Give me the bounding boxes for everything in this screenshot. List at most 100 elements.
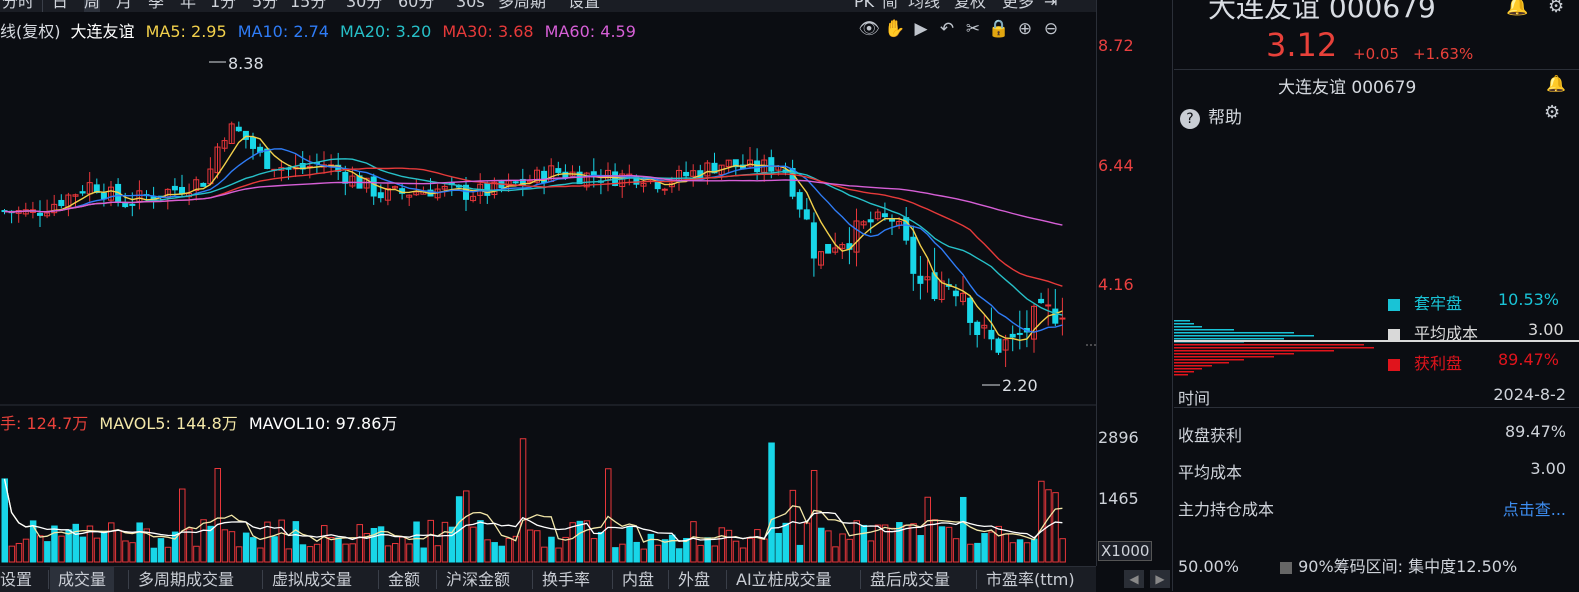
legend-stock-name: 大连友谊: [70, 22, 135, 41]
divider: [1174, 69, 1579, 70]
volume-bar: [612, 547, 619, 563]
hand-icon[interactable]: ✋: [884, 18, 906, 40]
gear-icon[interactable]: ⚙: [1548, 0, 1564, 17]
period-tab-week[interactable]: 周: [84, 0, 101, 12]
candle-body: [796, 192, 803, 210]
tab-amount[interactable]: 金额: [388, 567, 420, 592]
volume-bar: [8, 545, 16, 563]
candle-body: [1052, 308, 1059, 324]
legend-trapped: 套牢盘 10.53%: [1388, 290, 1559, 314]
divider: [42, 0, 43, 12]
volume-bar: [108, 522, 115, 563]
volume-bar: [995, 525, 1002, 563]
zoom-in-icon[interactable]: ⊕: [1014, 18, 1036, 40]
volume-bar: [605, 468, 612, 563]
volume-bar: [250, 537, 257, 563]
period-tab-quarter[interactable]: 季: [148, 0, 164, 12]
volume-bar: [115, 529, 122, 563]
tab-virtual-volume[interactable]: 虚拟成交量: [272, 567, 352, 592]
volume-bar: [1038, 480, 1045, 563]
divider: [612, 570, 613, 589]
volume-bar: [129, 542, 136, 563]
period-tab-multi[interactable]: 多周期: [498, 0, 546, 12]
profit-value: 89.47%: [1498, 350, 1560, 369]
divider: [436, 570, 437, 589]
chip-bar-profit: [1174, 368, 1202, 370]
volume-bar: [526, 529, 534, 563]
period-tab-15min[interactable]: 15分: [290, 0, 326, 12]
pk-button[interactable]: PK: [854, 0, 874, 12]
divider: [668, 570, 669, 589]
volume-bar: [910, 523, 917, 563]
volume-bar: [58, 535, 65, 563]
tab-multi-period-volume[interactable]: 多周期成交量: [138, 567, 234, 592]
volume-bar: [832, 546, 839, 563]
volume-bar: [789, 489, 797, 563]
period-tab-year[interactable]: 年: [180, 0, 196, 12]
tab-turnover[interactable]: 换手率: [542, 567, 590, 592]
scroll-right-button[interactable]: ▶: [1150, 570, 1170, 588]
bell-icon[interactable]: 🔔: [1506, 0, 1528, 17]
bell-icon[interactable]: 🔔: [1546, 74, 1566, 93]
eye-icon[interactable]: 👁: [858, 18, 880, 40]
volume-bar: [150, 547, 158, 563]
y-label-high: 8.72: [1098, 36, 1134, 55]
legend-profit: 获利盘 89.47%: [1388, 350, 1559, 374]
volume-bar: [555, 547, 562, 563]
tab-volume[interactable]: 成交量: [50, 567, 115, 592]
tab-ai-volume[interactable]: AI立桩成交量: [736, 567, 832, 592]
volume-bar: [633, 541, 640, 563]
info-main-cost-link[interactable]: 点击查...: [1503, 496, 1566, 520]
tab-hs-amount[interactable]: 沪深金额: [446, 567, 510, 592]
divider: [532, 570, 533, 589]
undo-icon[interactable]: ↶: [936, 18, 958, 40]
period-tab-5min[interactable]: 5分: [252, 0, 278, 12]
candle-body: [79, 191, 86, 194]
candle-body: [803, 209, 810, 220]
period-tab-month[interactable]: 月: [116, 0, 132, 12]
period-tab-30min[interactable]: 30分: [346, 0, 382, 12]
tab-settings[interactable]: 设置: [0, 567, 32, 592]
tab-outer[interactable]: 外盘: [678, 567, 710, 592]
scroll-left-button[interactable]: ◀: [1124, 570, 1144, 588]
volume-bar: [242, 532, 250, 563]
divider: [378, 570, 379, 589]
period-tab-settings[interactable]: 设置: [568, 0, 600, 12]
volume-bar: [839, 533, 846, 563]
legend-ma20: MA20: 3.20: [340, 22, 432, 41]
ma-button[interactable]: 均线: [908, 0, 940, 12]
period-tab-60min[interactable]: 60分: [398, 0, 434, 12]
volume-bar: [257, 547, 264, 563]
chip-bar-trapped: [1174, 320, 1190, 322]
export-icon[interactable]: ⇥: [1044, 0, 1057, 12]
tab-inner[interactable]: 内盘: [622, 567, 654, 592]
period-tab-minute[interactable]: 分时: [2, 0, 34, 12]
vol-y-label-high: 2896: [1098, 428, 1139, 447]
period-tab-1min[interactable]: 1分: [210, 0, 236, 12]
period-tab-day[interactable]: 日: [52, 0, 68, 12]
volume-bar: [157, 538, 165, 563]
tab-pe-ttm[interactable]: 市盈率(ttm): [986, 567, 1075, 592]
candle-body: [512, 181, 519, 184]
volume-bar: [100, 530, 108, 563]
volume-bar: [79, 536, 87, 563]
more-button[interactable]: 更多: [1002, 0, 1034, 12]
scissors-icon[interactable]: ✂: [962, 18, 984, 40]
zoom-out-icon[interactable]: ⊖: [1040, 18, 1062, 40]
candle-body: [37, 212, 43, 216]
adjust-button[interactable]: 复权: [954, 0, 986, 12]
volume-bar: [754, 529, 761, 563]
volume-bar: [974, 542, 981, 563]
volume-bar: [278, 519, 285, 563]
y-label-mid: 6.44: [1098, 156, 1134, 175]
profit-swatch: [1388, 358, 1400, 371]
kline-chart[interactable]: [0, 12, 1096, 566]
play-icon[interactable]: ▶: [910, 18, 932, 40]
candle-body: [377, 192, 384, 199]
tab-after-hours-volume[interactable]: 盘后成交量: [870, 567, 950, 592]
simple-button[interactable]: 简: [882, 0, 898, 12]
lock-icon[interactable]: 🔒: [988, 18, 1010, 40]
view-toolbar: PK 简 均线 复权 更多 ⇥: [852, 0, 1096, 12]
volume-bar: [484, 539, 491, 563]
period-tab-30s[interactable]: 30s: [456, 0, 485, 12]
